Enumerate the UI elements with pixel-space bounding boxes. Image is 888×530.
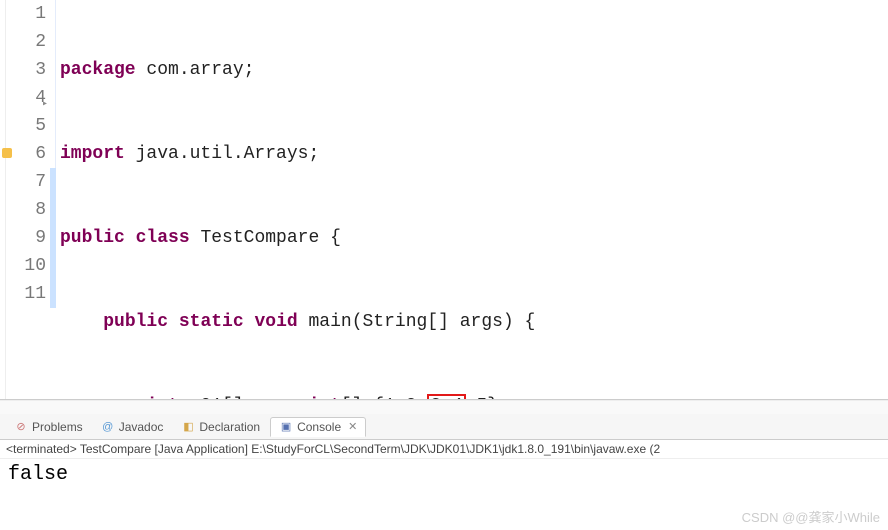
code-line: public class TestCompare { — [60, 224, 888, 252]
javadoc-icon: @ — [101, 420, 115, 434]
horizontal-scrollbar[interactable] — [0, 400, 888, 414]
tab-label: Console — [297, 420, 341, 434]
line-number: 4 — [6, 84, 46, 112]
console-icon: ▣ — [279, 420, 293, 434]
line-number: 11 — [6, 280, 46, 308]
tab-javadoc[interactable]: @ Javadoc — [93, 418, 172, 436]
tab-label: Problems — [32, 420, 83, 434]
line-number-gutter: 1 2 3 4 5 6 7 8 9 10 11 — [6, 0, 50, 399]
tab-label: Javadoc — [119, 420, 164, 434]
tab-problems[interactable]: ⊘ Problems — [6, 418, 91, 436]
code-editor[interactable]: 1 2 3 4 5 6 7 8 9 10 11 package com.arra… — [0, 0, 888, 400]
line-number: 10 — [6, 252, 46, 280]
watermark: CSDN @@龚家小While — [742, 507, 880, 526]
line-number: 5 — [6, 112, 46, 140]
bottom-tabs: ⊘ Problems @ Javadoc ◧ Declaration ▣ Con… — [0, 414, 888, 440]
line-number: 1 — [6, 0, 46, 28]
line-number: 7 — [6, 168, 46, 196]
line-number: 3 — [6, 56, 46, 84]
line-number: 8 — [6, 196, 46, 224]
problems-icon: ⊘ — [14, 420, 28, 434]
code-line: public static void main(String[] args) { — [60, 308, 888, 336]
highlight-box: 3,4 — [427, 394, 465, 399]
tab-label: Declaration — [199, 420, 260, 434]
tab-declaration[interactable]: ◧ Declaration — [173, 418, 268, 436]
console-output[interactable]: false — [0, 459, 888, 490]
line-number: 9 — [6, 224, 46, 252]
code-area[interactable]: package com.array; import java.util.Arra… — [56, 0, 888, 399]
line-number: 6 — [6, 140, 46, 168]
code-line: package com.array; — [60, 56, 888, 84]
declaration-icon: ◧ — [181, 420, 195, 434]
tab-console[interactable]: ▣ Console ✕ — [270, 417, 366, 437]
close-icon[interactable]: ✕ — [348, 420, 357, 433]
code-line: import java.util.Arrays; — [60, 140, 888, 168]
code-line: int a01[] =new int[] {1,2,3,4,5}; — [60, 392, 888, 399]
console-run-info: <terminated> TestCompare [Java Applicati… — [0, 440, 888, 459]
line-number: 2 — [6, 28, 46, 56]
